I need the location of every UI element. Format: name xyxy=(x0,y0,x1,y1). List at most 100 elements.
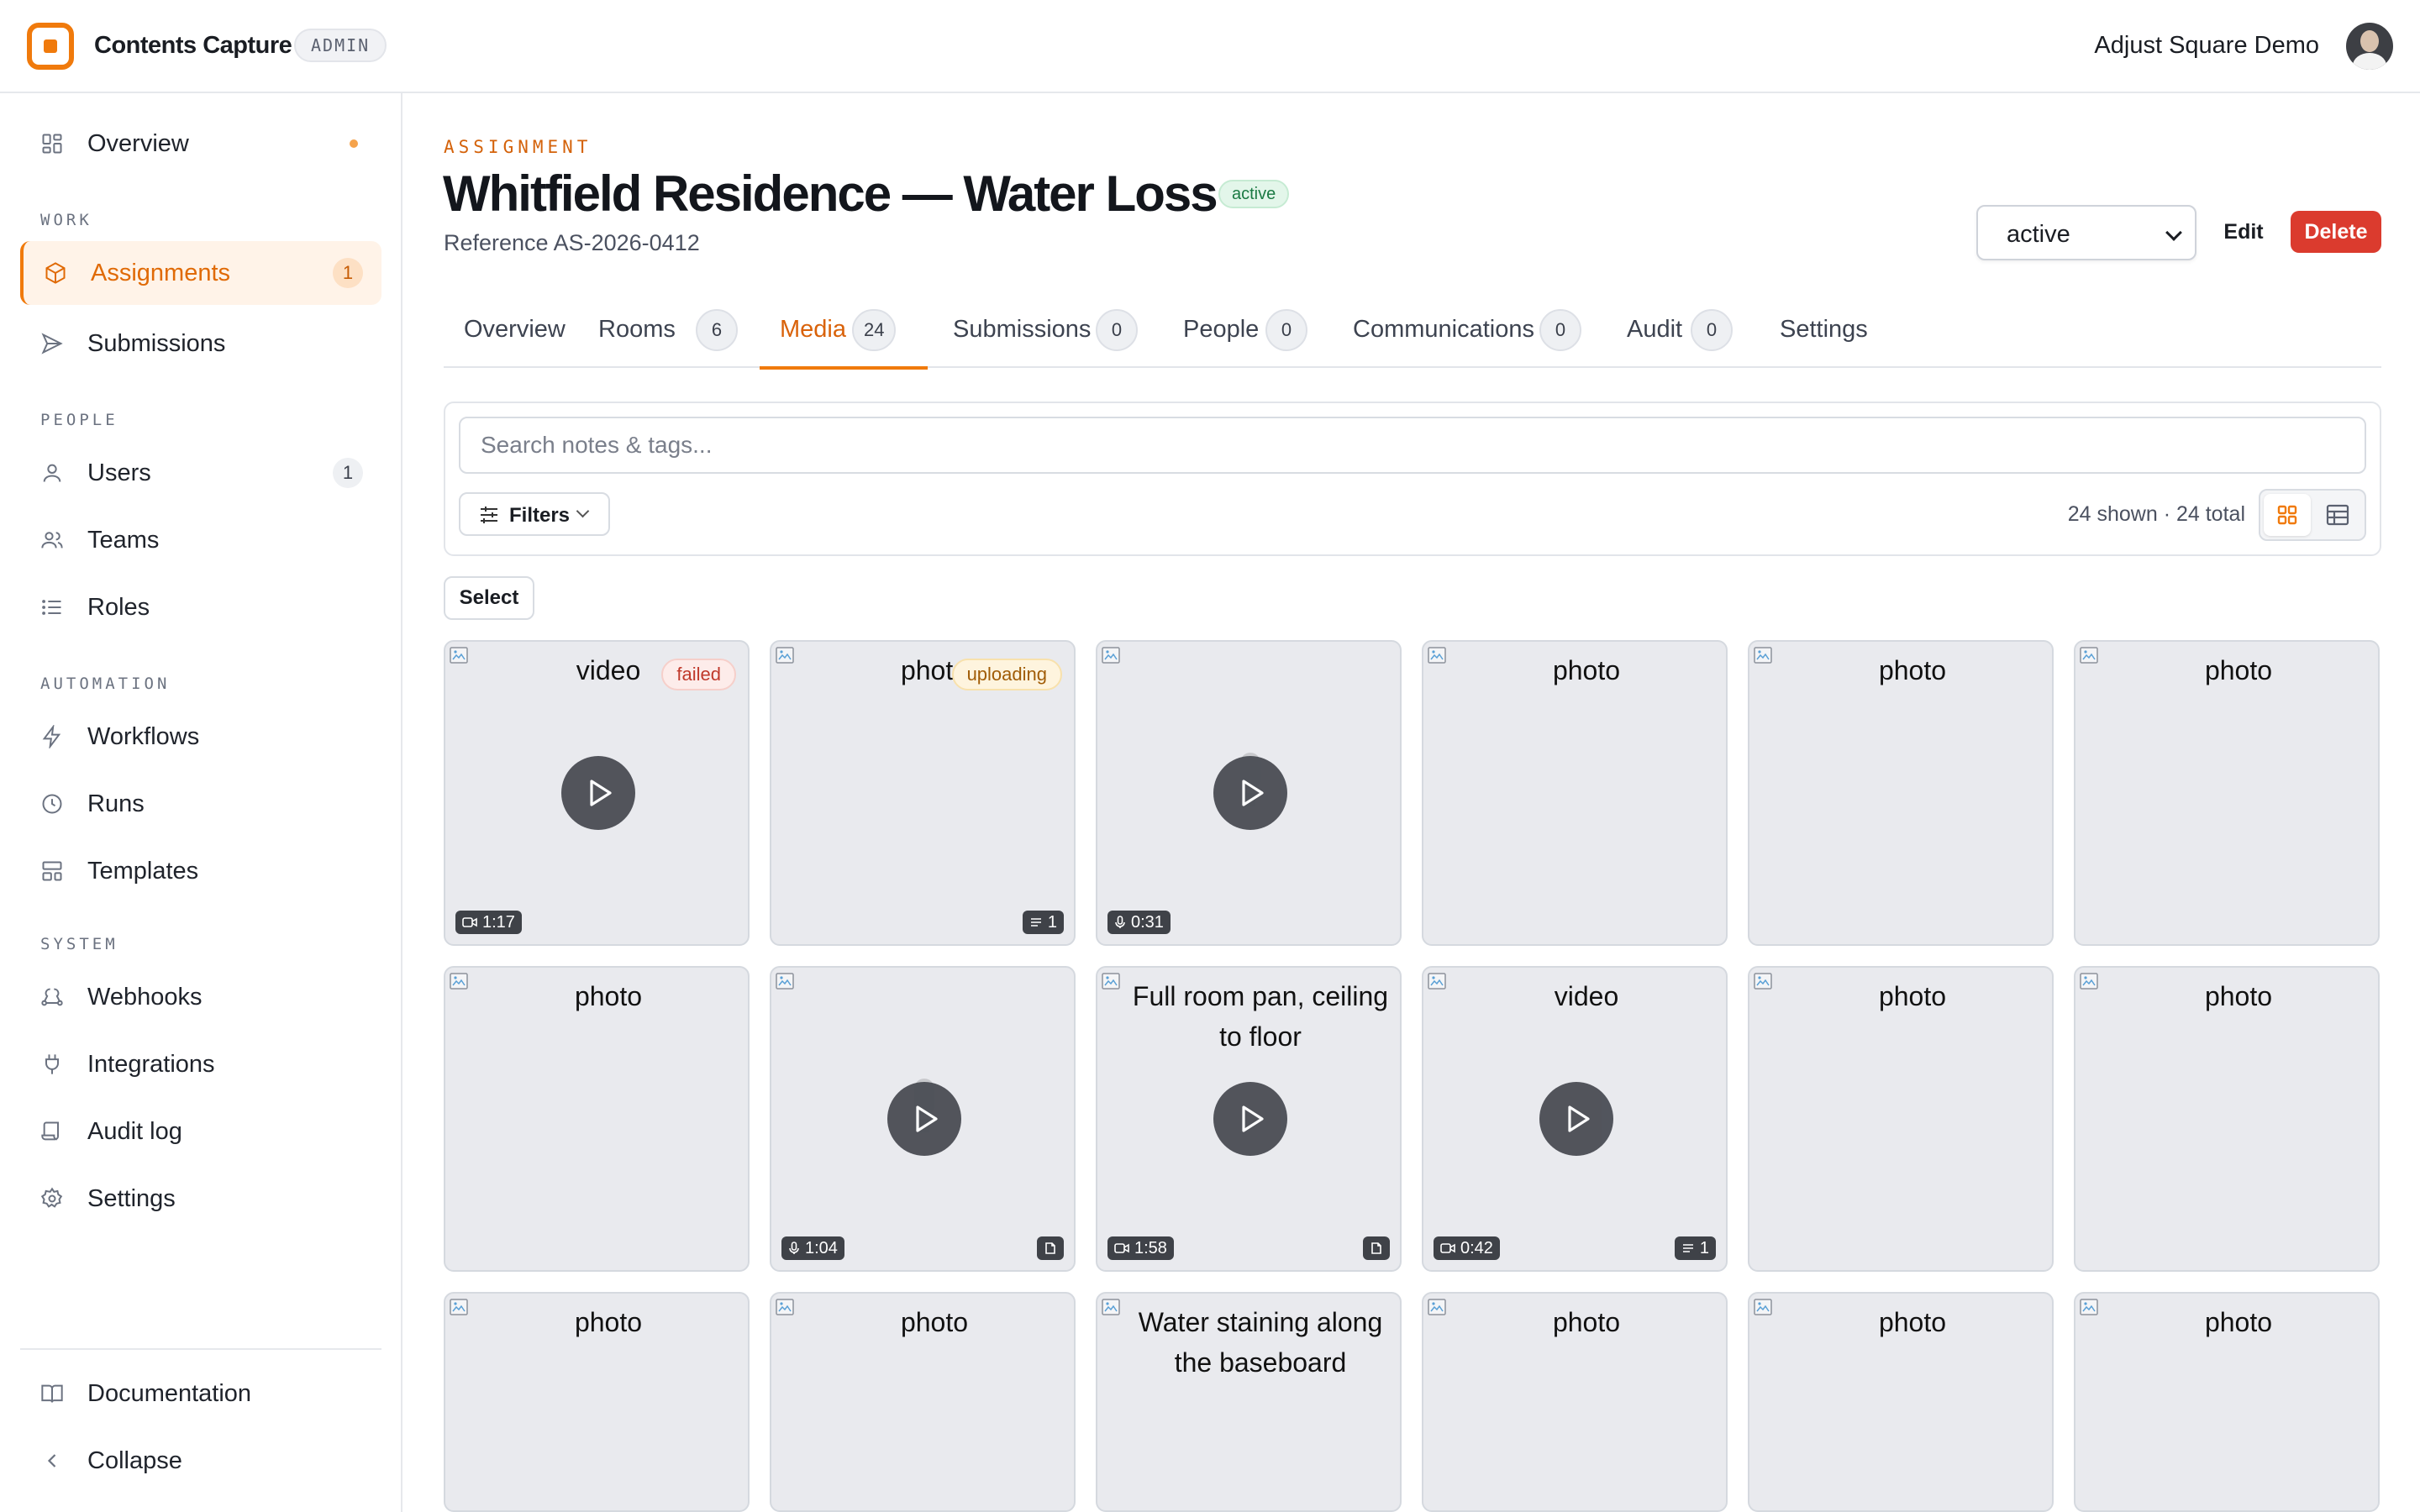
tab-label: Communications xyxy=(1353,316,1534,343)
filters-button[interactable]: Filters xyxy=(459,492,610,536)
filters-label: Filters xyxy=(509,504,571,527)
media-tile[interactable]: Full room pan, ceiling to floor 1:58 xyxy=(1096,966,1402,1272)
sidebar-item-users[interactable]: Users 1 xyxy=(20,441,381,505)
tab-overview[interactable]: Overview xyxy=(444,299,571,368)
section-label-work: WORK xyxy=(40,211,92,229)
tab-communications[interactable]: Communications 0 xyxy=(1353,299,1588,368)
tab-label: Audit xyxy=(1627,316,1683,343)
duration-chip: 1:58 xyxy=(1107,1236,1174,1260)
tab-count: 0 xyxy=(1539,309,1581,351)
play-button[interactable] xyxy=(1213,1082,1287,1156)
tab-audit[interactable]: Audit 0 xyxy=(1627,299,1753,368)
media-tile[interactable]: photo xyxy=(2074,1292,2380,1512)
grid-view-button[interactable] xyxy=(2264,494,2311,536)
media-alt-text: photo xyxy=(2204,655,2273,685)
media-tile[interactable]: photo xyxy=(444,966,750,1272)
media-tile[interactable]: photo uploading 1 xyxy=(770,640,1076,946)
sidebar-item-settings[interactable]: Settings xyxy=(20,1167,381,1231)
broken-image-icon xyxy=(1102,647,1120,664)
sidebar-item-workflows[interactable]: Workflows xyxy=(20,705,381,769)
duration-text: 1:04 xyxy=(805,1239,838,1257)
media-tile[interactable]: video failed 1:17 xyxy=(444,640,750,946)
sidebar-item-webhooks[interactable]: Webhooks xyxy=(20,965,381,1029)
sidebar-item-roles[interactable]: Roles xyxy=(20,575,381,639)
media-tile[interactable]: photo xyxy=(2074,640,2380,946)
play-button[interactable] xyxy=(1539,1082,1613,1156)
sidebar-item-overview[interactable]: Overview xyxy=(20,112,381,176)
media-tile[interactable]: photo xyxy=(1748,640,2054,946)
edit-button[interactable]: Edit xyxy=(2210,212,2277,252)
media-tile[interactable]: photo xyxy=(1748,966,2054,1272)
avatar[interactable] xyxy=(2346,23,2393,70)
table-view-button[interactable] xyxy=(2314,494,2361,536)
sidebar-item-audit-log[interactable]: Audit log xyxy=(20,1100,381,1163)
document-chip xyxy=(1037,1236,1064,1260)
delete-button[interactable]: Delete xyxy=(2291,211,2381,253)
media-tile[interactable]: 1:04 xyxy=(770,966,1076,1272)
tab-submissions[interactable]: Submissions 0 xyxy=(948,299,1163,368)
select-button[interactable]: Select xyxy=(444,576,534,620)
notes-count: 1 xyxy=(1699,1239,1709,1257)
app-logo-icon[interactable] xyxy=(27,23,74,70)
template-icon xyxy=(42,861,62,881)
play-icon xyxy=(1568,1105,1590,1132)
sidebar-item-templates[interactable]: Templates xyxy=(20,839,381,903)
video-icon xyxy=(462,917,477,927)
media-tile[interactable]: photo xyxy=(770,1292,1076,1512)
sidebar-item-label: Audit log xyxy=(87,1118,182,1145)
sidebar-item-integrations[interactable]: Integrations xyxy=(20,1032,381,1096)
media-tile[interactable]: video 0:42 1 xyxy=(1422,966,1728,1272)
page-title: Whitfield Residence — Water Loss xyxy=(443,165,1218,222)
tab-label: Overview xyxy=(464,316,566,343)
play-button[interactable] xyxy=(1213,756,1287,830)
sidebar-item-assignments[interactable]: Assignments 1 xyxy=(20,241,381,305)
tab-label: Rooms xyxy=(598,316,676,343)
play-icon xyxy=(1242,780,1264,806)
notes-icon xyxy=(1030,918,1041,927)
chevron-down-icon xyxy=(576,504,590,518)
sidebar-item-label: Teams xyxy=(87,527,160,554)
search-input[interactable] xyxy=(459,417,2366,474)
document-chip xyxy=(1363,1236,1390,1260)
status-select[interactable]: active xyxy=(1976,205,2196,260)
media-count-text: 24 shown · 24 total xyxy=(2067,502,2245,526)
media-tile[interactable]: Water staining along the baseboard xyxy=(1096,1292,1402,1512)
account-name[interactable]: Adjust Square Demo xyxy=(2094,32,2319,60)
upload-status-badge: uploading xyxy=(951,659,1062,690)
sidebar-item-submissions[interactable]: Submissions xyxy=(20,312,381,375)
webhook-icon xyxy=(41,988,63,1006)
media-tile[interactable]: photo xyxy=(1422,640,1728,946)
media-tile[interactable]: 0:31 xyxy=(1096,640,1402,946)
play-icon xyxy=(916,1105,938,1132)
tab-settings[interactable]: Settings xyxy=(1780,299,1897,368)
media-tile[interactable]: photo xyxy=(1422,1292,1728,1512)
media-tile[interactable]: photo xyxy=(444,1292,750,1512)
sidebar-item-label: Documentation xyxy=(87,1380,252,1407)
media-alt-text: photo xyxy=(2204,1307,2273,1337)
media-tile[interactable]: photo xyxy=(1748,1292,2054,1512)
book-icon xyxy=(41,1384,63,1403)
sidebar: Overview WORK Assignments 1 Submissions … xyxy=(0,93,402,1512)
broken-image-icon xyxy=(2080,647,2098,664)
media-tile[interactable]: photo xyxy=(2074,966,2380,1272)
media-filter-panel: Filters 24 shown · 24 total xyxy=(444,402,2381,556)
media-alt-text: photo xyxy=(1552,655,1621,685)
page-eyebrow: ASSIGNMENT xyxy=(444,137,592,157)
duration-text: 1:17 xyxy=(482,913,515,932)
sidebar-item-documentation[interactable]: Documentation xyxy=(20,1362,381,1425)
tab-media[interactable]: Media 24 xyxy=(760,299,928,370)
sidebar-collapse-button[interactable]: Collapse xyxy=(20,1429,381,1493)
send-icon xyxy=(41,333,63,354)
duration-chip: 0:42 xyxy=(1434,1236,1500,1260)
broken-image-icon xyxy=(1102,973,1120,990)
sidebar-item-label: Integrations xyxy=(87,1051,215,1078)
sidebar-item-runs[interactable]: Runs xyxy=(20,772,381,836)
gear-icon xyxy=(40,1187,63,1208)
play-button[interactable] xyxy=(887,1082,961,1156)
notes-chip: 1 xyxy=(1022,911,1064,934)
tab-rooms[interactable]: Rooms 6 xyxy=(585,299,763,368)
sidebar-item-teams[interactable]: Teams xyxy=(20,508,381,572)
broken-image-icon xyxy=(776,647,794,664)
tab-people[interactable]: People 0 xyxy=(1183,299,1334,368)
play-button[interactable] xyxy=(561,756,635,830)
